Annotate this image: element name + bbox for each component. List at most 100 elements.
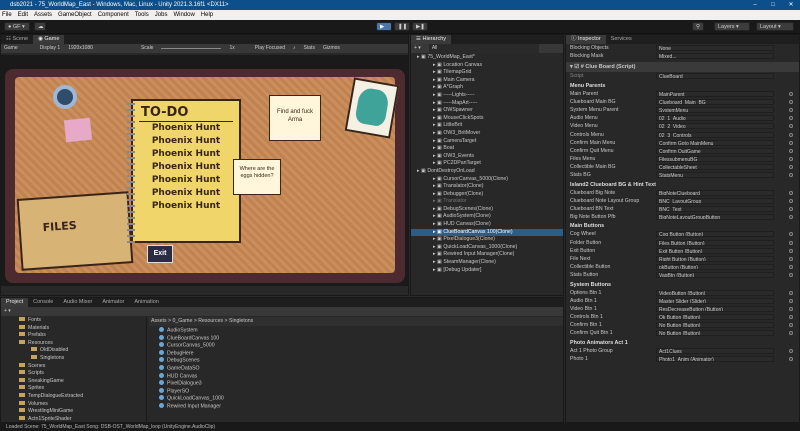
menu-jobs[interactable]: Jobs: [155, 10, 168, 20]
scale-slider[interactable]: [161, 48, 222, 49]
hierarchy-row[interactable]: ▸ ▣ OW3_Events: [411, 153, 563, 161]
prop-value[interactable]: Right Button (Button): [656, 255, 774, 262]
play-focused-dropdown[interactable]: Play Focused: [255, 44, 285, 53]
object-picker-icon[interactable]: [789, 265, 793, 270]
hierarchy-row[interactable]: ▸ ▣ Boat: [411, 145, 563, 153]
object-picker-icon[interactable]: [789, 91, 793, 96]
hierarchy-row[interactable]: ▸ ▣ Translator(Clone): [411, 183, 563, 191]
tab-scene[interactable]: ☷ Scene: [1, 35, 33, 44]
object-picker-icon[interactable]: [789, 256, 793, 261]
prop-value[interactable]: CollectableSheet: [656, 164, 774, 171]
prop-value[interactable]: SystemMenu: [656, 106, 774, 113]
hierarchy-row[interactable]: ▸ ▣ DontDestroyOnLoad: [411, 168, 563, 176]
tab-inspector[interactable]: ⓘ Inspector: [566, 35, 606, 44]
hierarchy-row[interactable]: ▸ ▣ Debugger(Clone): [411, 191, 563, 199]
hierarchy-row[interactable]: ▸ ▣ ClueBoardCanvas 100(Clone): [411, 228, 563, 237]
object-picker-icon[interactable]: [789, 298, 793, 303]
hierarchy-search-input[interactable]: All: [428, 44, 539, 53]
hierarchy-row[interactable]: ▸ ▣ Translator: [411, 198, 563, 206]
game-mode-dropdown[interactable]: Game: [4, 44, 18, 53]
game-viewport[interactable]: FILES TO-DO Phoenix Hunt Phoenix Hunt Ph…: [1, 55, 408, 286]
menu-help[interactable]: Help: [201, 10, 213, 20]
hierarchy-row[interactable]: ▸ ▣ HUD Canvas(Clone): [411, 221, 563, 229]
object-picker-icon[interactable]: [789, 232, 793, 237]
project-folder[interactable]: Resources: [1, 339, 146, 348]
prop-value[interactable]: 02_1_Audio: [656, 115, 774, 122]
object-picker-icon[interactable]: [789, 165, 793, 170]
minimize-button[interactable]: –: [746, 0, 764, 10]
mute-audio-icon[interactable]: ♪: [293, 44, 296, 53]
tab-project[interactable]: Project: [1, 298, 29, 307]
object-picker-icon[interactable]: [789, 157, 793, 162]
cog-wheel-icon[interactable]: [53, 85, 77, 109]
project-folder[interactable]: SneakingGame: [1, 377, 146, 386]
menu-file[interactable]: File: [2, 10, 12, 20]
menu-tools[interactable]: Tools: [135, 10, 149, 20]
project-folder[interactable]: TempDialogueExtracted: [1, 392, 146, 401]
hierarchy-row[interactable]: ▸ ▣ TilemapGrid: [411, 69, 563, 77]
hierarchy-row[interactable]: ▸ ▣ PixelDialogue3(Clone): [411, 236, 563, 244]
prop-value[interactable]: ResDecreaseButton (Button): [656, 305, 774, 312]
tab-audio-mixer[interactable]: Audio Mixer: [58, 298, 97, 307]
prop-value[interactable]: FilessubmenuBG: [656, 156, 774, 163]
project-folder[interactable]: Actn1SpriteShader: [1, 415, 146, 423]
prop-value[interactable]: Cog Button (Button): [656, 231, 774, 238]
layers-dropdown[interactable]: Layers ▾: [714, 22, 750, 31]
object-picker-icon[interactable]: [789, 315, 793, 320]
project-folder[interactable]: Sprites: [1, 385, 146, 393]
object-picker-icon[interactable]: [789, 190, 793, 195]
files-folder[interactable]: FILES: [16, 191, 134, 271]
stats-toggle[interactable]: Stats: [304, 44, 315, 53]
menu-window[interactable]: Window: [173, 10, 194, 20]
object-picker-icon[interactable]: [789, 198, 793, 203]
hierarchy-row[interactable]: ▸ ▣ -----Lights-----: [411, 92, 563, 100]
project-folder[interactable]: Scripts: [1, 370, 146, 378]
prop-value[interactable]: Photo1_Anim (Animator): [656, 355, 774, 362]
hierarchy-row[interactable]: ▸ ▣ Main Camera: [411, 77, 563, 85]
object-picker-icon[interactable]: [789, 173, 793, 178]
tab-animator[interactable]: Animator: [97, 298, 129, 307]
exit-button[interactable]: Exit: [147, 245, 173, 263]
prop-value[interactable]: okButton (Button): [656, 264, 774, 271]
menu-component[interactable]: Component: [98, 10, 129, 20]
object-picker-icon[interactable]: [789, 107, 793, 112]
object-picker-icon[interactable]: [789, 140, 793, 145]
prop-value[interactable]: BigNoteLayoutGroupButton: [656, 214, 774, 221]
maximize-button[interactable]: □: [764, 0, 782, 10]
project-asset[interactable]: GameDataSO: [149, 364, 563, 373]
prop-value[interactable]: Exit Button (Button): [656, 247, 774, 254]
hierarchy-row[interactable]: ▸ ▣ -----MapArt-----: [411, 100, 563, 108]
hierarchy-row[interactable]: ▸ ▣ QuickLoadCanvas_1000(Clone): [411, 244, 563, 252]
object-picker-icon[interactable]: [789, 356, 793, 361]
project-asset[interactable]: QuickLoadCanvas_1000: [149, 395, 563, 403]
object-picker-icon[interactable]: [789, 116, 793, 121]
project-breadcrumb[interactable]: Assets > 0_Game > Resources > Singletons: [149, 317, 563, 326]
prop-value[interactable]: StatsMenu: [656, 172, 774, 179]
hierarchy-row[interactable]: ▸ ▣ OW3_BritMover: [411, 130, 563, 138]
hierarchy-row[interactable]: ▸ ▣ A*Graph: [411, 84, 563, 92]
prop-value[interactable]: Act1Clues: [656, 347, 774, 354]
step-button[interactable]: ▶❚: [412, 22, 428, 31]
object-picker-icon[interactable]: [789, 132, 793, 137]
hierarchy-row[interactable]: ▸ ▣ SteamManager(Clone): [411, 259, 563, 267]
prop-value[interactable]: VideoButton (Button): [656, 289, 774, 296]
object-picker-icon[interactable]: [789, 348, 793, 353]
prop-value[interactable]: 02_3_Controls: [656, 131, 774, 138]
tab-console[interactable]: Console: [28, 298, 58, 307]
project-folder[interactable]: Scenes: [1, 362, 146, 371]
object-picker-icon[interactable]: [789, 331, 793, 336]
prop-value[interactable]: No Button (Button): [656, 330, 774, 337]
close-button[interactable]: ✕: [782, 0, 800, 10]
project-asset[interactable]: ClueBoardCanvas 100: [149, 334, 563, 343]
project-folder[interactable]: OldDisabled: [1, 347, 146, 355]
prop-value[interactable]: Files Button (Button): [656, 239, 774, 246]
search-icon[interactable]: ⚲: [692, 22, 704, 31]
prop-value[interactable]: BNC_LayoutGroup: [656, 197, 774, 204]
object-picker-icon[interactable]: [789, 290, 793, 295]
project-folder[interactable]: Singletons: [1, 354, 146, 363]
component-header[interactable]: ▾ ☑ # Clue Board (Script): [566, 62, 799, 73]
hierarchy-row[interactable]: ▸ ▣ OWSpawner: [411, 107, 563, 115]
object-picker-icon[interactable]: [789, 273, 793, 278]
prop-value[interactable]: BigNoteClueboard: [656, 189, 774, 196]
project-asset[interactable]: AudioSystem: [149, 327, 563, 335]
